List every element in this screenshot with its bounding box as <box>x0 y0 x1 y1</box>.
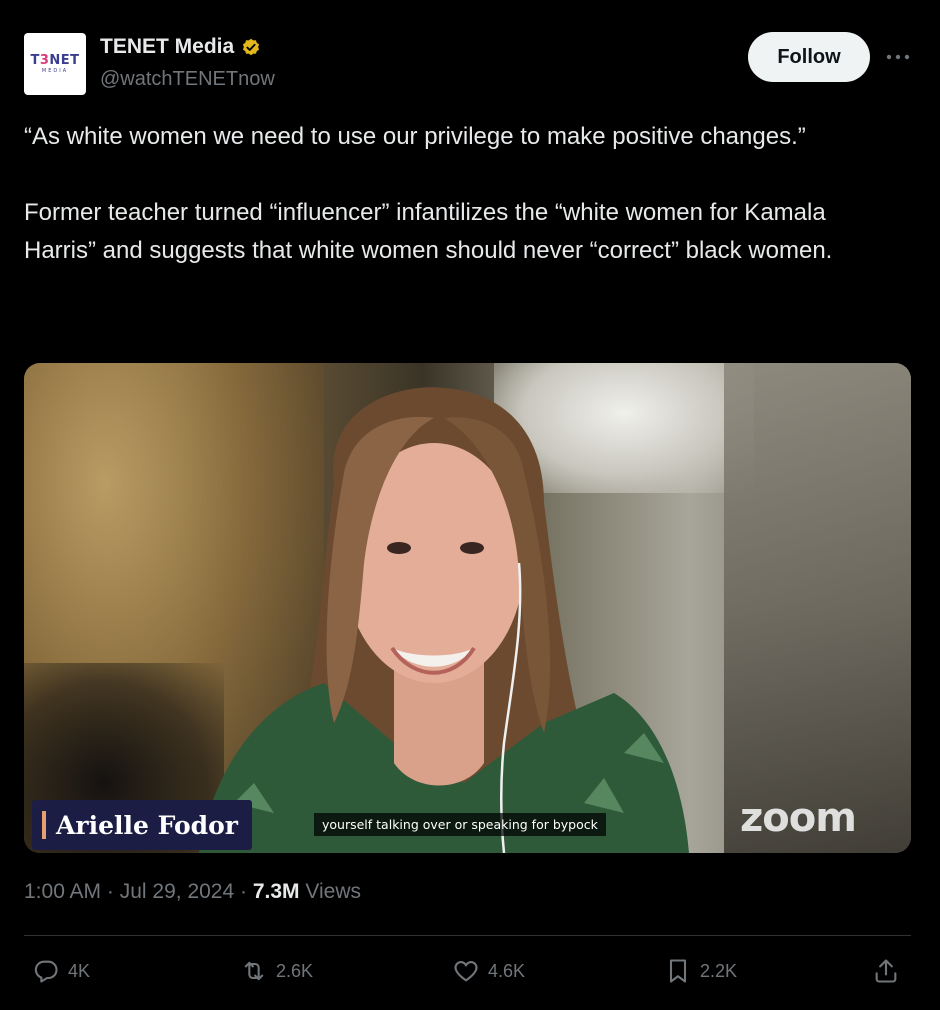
views-count: 7.3M <box>252 880 300 903</box>
video-caption: yourself talking over or speaking for by… <box>314 813 606 836</box>
like-button[interactable]: 4.6K <box>452 957 525 985</box>
action-bar-divider <box>24 935 911 936</box>
reply-count: 4K <box>68 960 91 981</box>
views-label: Views <box>299 880 362 903</box>
follow-button[interactable]: Follow <box>748 32 870 82</box>
tweet-meta: 1:00 AM · Jul 29, 2024 · 7.3M Views <box>24 880 361 904</box>
verified-badge-icon <box>240 36 262 58</box>
meta-separator-1: · <box>101 880 120 903</box>
bookmark-icon <box>669 959 687 983</box>
video-name-lower-third: Arielle Fodor <box>32 800 252 850</box>
share-button[interactable] <box>872 957 900 985</box>
author-handle[interactable]: @watchTENETnow <box>100 68 275 91</box>
repost-button[interactable]: 2.6K <box>240 957 313 985</box>
lower-third-name: Arielle Fodor <box>56 810 238 840</box>
tweet-text: “As white women we need to use our privi… <box>24 123 833 264</box>
share-icon <box>875 959 897 983</box>
bookmark-button[interactable]: 2.2K <box>664 957 737 985</box>
reply-icon <box>34 960 58 983</box>
tweet-date[interactable]: Jul 29, 2024 <box>120 880 234 903</box>
meta-separator-2: · <box>234 880 253 903</box>
avatar-logo-accent: 3 <box>39 53 50 68</box>
video-media[interactable]: Arielle Fodor yourself talking over or s… <box>24 363 911 853</box>
heart-icon <box>454 961 478 982</box>
lower-third-accent-bar <box>42 811 46 839</box>
avatar[interactable]: T3NET MEDIA <box>24 33 86 95</box>
zoom-watermark: zoom <box>740 795 857 841</box>
repost-count: 2.6K <box>276 960 314 981</box>
tweet-time[interactable]: 1:00 AM <box>24 880 101 903</box>
reply-button[interactable]: 4K <box>32 957 90 985</box>
avatar-logo-text: T3NET <box>30 53 80 68</box>
author-name-row: TENET Media <box>100 35 262 59</box>
bookmark-count: 2.2K <box>700 960 738 981</box>
tweet-card: T3NET MEDIA TENET Media @watchTENETnow F… <box>0 0 940 1010</box>
like-count: 4.6K <box>488 960 526 981</box>
author-display-name[interactable]: TENET Media <box>100 35 234 59</box>
video-person-figure <box>199 387 689 853</box>
more-options-icon[interactable] <box>883 44 913 70</box>
repost-icon <box>244 961 264 981</box>
avatar-logo-subtext: MEDIA <box>41 68 69 74</box>
